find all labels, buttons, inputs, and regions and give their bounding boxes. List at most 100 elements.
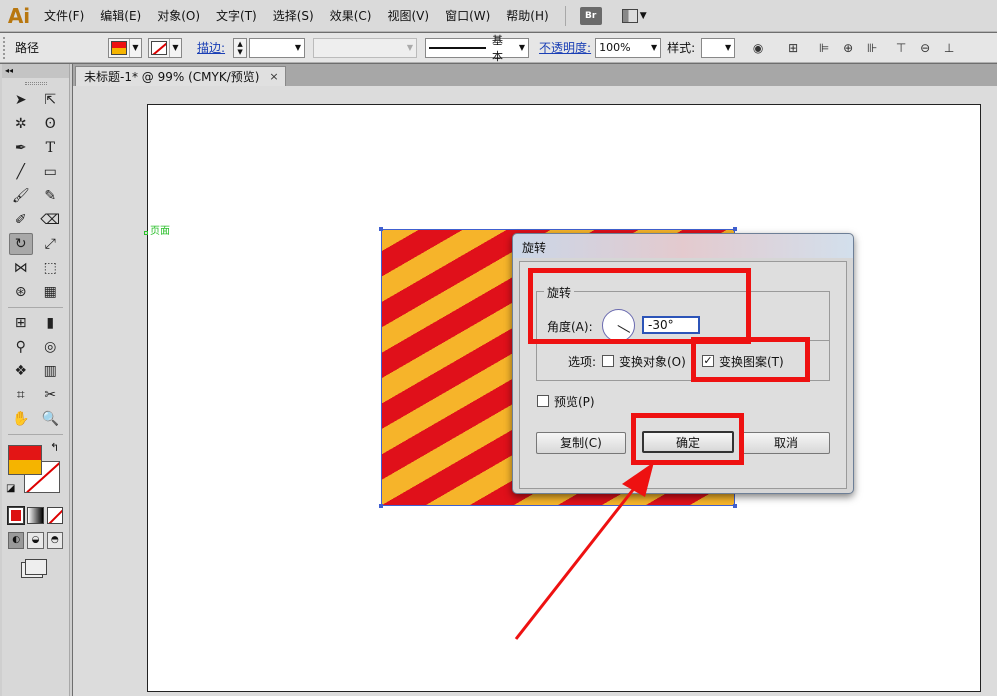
align-middle-icon[interactable]: ⊖ (916, 39, 934, 57)
paintbrush-tool-icon[interactable]: 🖌 (9, 185, 33, 207)
none-mode-icon[interactable] (46, 506, 63, 524)
stroke-color-dropdown[interactable]: ▼ (148, 37, 182, 58)
symbol-sprayer-tool-icon[interactable]: ❖ (9, 360, 33, 382)
default-colors-icon[interactable]: ◪ (6, 483, 18, 495)
chevron-down-icon: ▼ (639, 10, 647, 21)
selection-tool-icon[interactable]: ➤ (9, 89, 33, 111)
dialog-titlebar[interactable] (513, 234, 853, 258)
chevron-down-icon: ▼ (294, 43, 302, 52)
menu-bar: Ai 文件(F) 编辑(E) 对象(O) 文字(T) 选择(S) 效果(C) 视… (0, 0, 997, 32)
menu-effect[interactable]: 效果(C) (322, 0, 380, 32)
options-label: 选项: (568, 355, 597, 369)
chevron-down-icon: ▼ (518, 43, 526, 52)
chevron-down-icon: ▼ (724, 43, 732, 52)
menu-separator (564, 5, 566, 26)
hand-tool-icon[interactable]: ✋ (9, 408, 33, 430)
transform-objects-checkbox[interactable] (602, 355, 614, 367)
close-icon[interactable]: × (269, 70, 278, 83)
align-top-icon[interactable]: ⊤ (892, 39, 910, 57)
menu-view[interactable]: 视图(V) (379, 0, 437, 32)
selection-handle[interactable] (379, 227, 383, 231)
perspective-grid-tool-icon[interactable]: ▦ (38, 281, 62, 303)
stroke-weight-field[interactable]: ▼ (249, 37, 306, 58)
selection-handle[interactable] (379, 504, 383, 508)
stroke-weight-stepper[interactable]: ▲ ▼ (233, 37, 248, 58)
highlight-ok-button (631, 413, 744, 465)
menu-select[interactable]: 选择(S) (265, 0, 322, 32)
app-logo: Ai (7, 3, 31, 28)
rectangle-tool-icon[interactable]: ▭ (38, 161, 62, 183)
menu-type[interactable]: 文字(T) (208, 0, 265, 32)
magic-wand-tool-icon[interactable]: ✲ (9, 113, 33, 135)
opacity-link[interactable]: 不透明度: (535, 39, 595, 56)
rotate-tool-icon[interactable]: ↻ (8, 233, 33, 255)
draw-behind-icon[interactable]: ◒ (27, 531, 44, 549)
recolor-artwork-icon[interactable]: ◉ (749, 39, 767, 57)
graphic-style-dropdown[interactable]: ▼ (701, 37, 736, 58)
width-tool-icon[interactable]: ⋈ (9, 257, 33, 279)
menu-file[interactable]: 文件(F) (36, 0, 92, 32)
align-center-icon[interactable]: ⊕ (839, 39, 857, 57)
align-left-icon[interactable]: ⊫ (815, 39, 833, 57)
shape-builder-tool-icon[interactable]: ⊛ (9, 281, 33, 303)
align-bottom-icon[interactable]: ⊥ (940, 39, 958, 57)
fill-color-dropdown[interactable]: ▼ (108, 37, 142, 58)
blob-brush-tool-icon[interactable]: ✐ (9, 209, 33, 231)
slice-tool-icon[interactable]: ✂ (38, 384, 62, 406)
variable-width-field: ▼ (313, 37, 418, 58)
opacity-field[interactable]: 100% ▼ (595, 37, 662, 58)
transform-options-icon[interactable]: ⊞ (784, 39, 802, 57)
preview-label[interactable]: 预览(P) (554, 393, 595, 410)
blend-tool-icon[interactable]: ◎ (38, 336, 62, 358)
swap-icon[interactable]: ↰ (50, 441, 59, 454)
bridge-button[interactable]: Br (579, 6, 602, 25)
fill-stroke-control[interactable]: ↰ ◪ (2, 439, 69, 501)
selection-handle[interactable] (733, 227, 737, 231)
eyedropper-tool-icon[interactable]: ⚲ (9, 336, 33, 358)
gradient-mode-icon[interactable] (27, 506, 44, 524)
document-tab[interactable]: 未标题-1* @ 99% (CMYK/预览) × (75, 66, 286, 86)
pencil-tool-icon[interactable]: ✎ (38, 185, 62, 207)
toolbox-grip[interactable] (2, 78, 69, 88)
brush-style-dropdown[interactable]: 基本 ▼ (425, 34, 530, 63)
mesh-tool-icon[interactable]: ⊞ (9, 312, 33, 334)
pen-tool-icon[interactable]: ✒ (9, 137, 33, 159)
workspace-switcher[interactable]: ▼ (621, 8, 647, 23)
scale-tool-icon[interactable]: ⤢ (38, 233, 62, 255)
fill-color-box[interactable] (8, 445, 42, 475)
stroke-link[interactable]: 描边: (193, 39, 229, 56)
direct-selection-tool-icon[interactable]: ⇱ (38, 89, 62, 111)
gradient-tool-icon[interactable]: ▮ (38, 312, 62, 334)
menu-window[interactable]: 窗口(W) (437, 0, 498, 32)
preview-checkbox[interactable] (537, 395, 549, 407)
chevron-down-icon: ▼ (129, 38, 141, 57)
menu-edit[interactable]: 编辑(E) (92, 0, 149, 32)
free-transform-tool-icon[interactable]: ⬚ (38, 257, 62, 279)
selection-handle[interactable] (733, 504, 737, 508)
page-label: 页面 (150, 226, 170, 237)
lasso-tool-icon[interactable]: ʘ (38, 113, 62, 135)
menu-object[interactable]: 对象(O) (149, 0, 208, 32)
menu-help[interactable]: 帮助(H) (498, 0, 556, 32)
artboard-tool-icon[interactable]: ⌗ (9, 384, 33, 406)
toolbox-divider (8, 307, 63, 308)
type-tool-icon[interactable]: T (38, 137, 62, 159)
line-tool-icon[interactable]: ╱ (9, 161, 33, 183)
zoom-tool-icon[interactable]: 🔍 (38, 408, 62, 430)
screen-mode-icon[interactable] (24, 559, 47, 575)
chevron-down-icon: ▼ (169, 38, 181, 57)
transform-objects-label[interactable]: 变换对象(O) (619, 353, 686, 370)
column-graph-tool-icon[interactable]: ▥ (38, 360, 62, 382)
align-right-icon[interactable]: ⊪ (863, 39, 881, 57)
stroke-none-swatch (151, 40, 167, 55)
color-mode-icon[interactable] (6, 505, 26, 525)
draw-normal-icon[interactable]: ◐ (8, 531, 25, 549)
opacity-value: 100% (599, 41, 631, 54)
eraser-tool-icon[interactable]: ⌫ (38, 209, 62, 231)
draw-inside-icon[interactable]: ◓ (46, 531, 63, 549)
object-type-label: 路径 (15, 41, 40, 55)
collapse-icon[interactable]: ◂◂ (2, 64, 69, 78)
cancel-button[interactable]: 取消 (742, 432, 830, 454)
chevron-down-icon: ▼ (650, 43, 658, 52)
copy-button[interactable]: 复制(C) (536, 432, 626, 454)
